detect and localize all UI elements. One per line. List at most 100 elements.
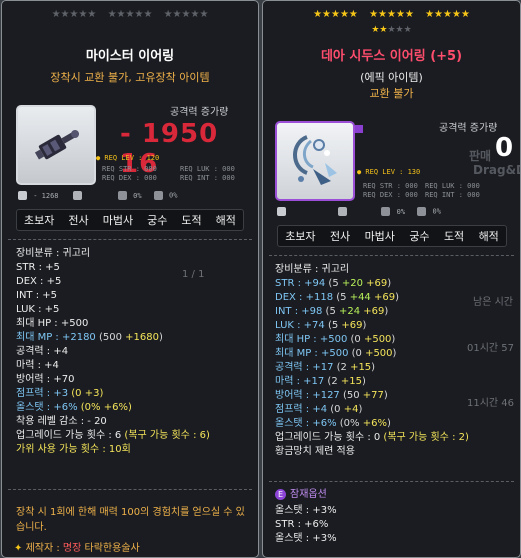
stat-hp: 최대 HP : +500 [16,318,89,329]
stat-luk-base: (5 [324,320,342,331]
maker-line: ✦ 제작자 : 명장 타락한용술사 [14,539,140,554]
star-group-2: ★★★★★ [369,9,414,20]
stat-allstat-total: 올스탯 : +6% [275,418,337,429]
bg-remaining-label: 남은 시간 [473,297,513,308]
trade-note: 장착시 교환 불가, 고유장착 아이템 [50,71,210,84]
star-group-1: ★★★★★ [51,9,97,20]
stat-mp-enhance: +500 [365,348,393,359]
req-int: REQ INT : 000 [180,174,235,182]
job-warrior: 전사 [329,230,351,243]
mini-stat-3: 0% [169,191,178,200]
divider [8,489,252,490]
stat-scissors: 가위 사용 가능 횟수 : 10회 [16,444,131,455]
stat-jump-total: 점프력 : +4 [275,404,328,415]
shield-mini-icon [153,191,163,200]
maker-label: 제작자 : [25,543,63,554]
stat-category: 장비분류 : 귀고리 [16,248,91,259]
stat-dex-enhance: +69 [370,292,396,303]
stat-upgrade: 업그레이드 가능 횟수 : 0 (복구 가능 횟수 : 2) [275,431,469,445]
job-archer: 궁수 [409,230,430,243]
job-requirement-bar: 초보자 전사 마법사 궁수 도적 해적 [277,225,507,247]
req-level: ● REQ LEV : 120 [96,154,160,162]
stat-mp-open: (500 [95,332,126,343]
stat-atk-base: (2 [333,362,351,373]
potential-title: 잠재옵션 [290,489,327,500]
stat-mp: 최대 MP : +500 (0 +500) [275,347,469,361]
tag-icon [72,191,82,200]
stat-atk-total: 공격력 : +17 [275,362,334,373]
item-title: 마이스터 이어링 [85,49,175,64]
stat-mp-total: 최대 MP : +500 [275,348,349,359]
stat-int-flame: +24 [339,306,361,317]
stat-list: 장비분류 : 귀고리 STR : +5 DEX : +5 INT : +5 LU… [16,247,210,457]
stat-def-total: 방어력 : +127 [275,390,340,401]
stat-hp: 최대 HP : +500 (0 +500) [275,333,469,347]
item-icon-box [275,121,355,201]
stat-upgrade-count: 업그레이드 가능 횟수 : 6 [16,430,122,441]
stat-upgrade-restore: (복구 가능 횟수 : 2) [380,432,469,443]
stat-dex-total: DEX : +118 [275,292,334,303]
earring-item-icon [293,135,337,185]
stat-dex-base: (5 [333,292,350,303]
req-str: REQ STR : 000 [363,182,418,190]
mini-stats-row: 0% 0% [277,207,441,216]
stat-str-total: STR : +94 [275,278,326,289]
item-grade: (에픽 아이템) [360,71,423,84]
stat-hp-total: 최대 HP : +500 [275,334,348,345]
stat-str-close: ) [387,278,392,289]
stat-int-close: ) [384,306,389,317]
req-dex: REQ DEX : 000 [363,191,418,199]
trade-note: 교환 불가 [369,87,414,100]
starforce-stars: ★★★★★ ★★★★★ ★★★★★ [2,9,258,21]
stat-atk-enhance: +15 [350,362,372,373]
job-pirate: 해적 [478,230,499,243]
item-mini-icon [277,207,286,216]
stat-atk: 공격력 : +17 (2 +15) [275,361,469,375]
job-thief: 도적 [443,230,465,243]
stat-allstat-enhance: +6% [362,418,387,429]
starforce-stars-row2: ★★★★★ [263,25,520,35]
item-mini-icon [18,191,27,200]
stat-matk-enhance: +15 [340,376,362,387]
potential-header: E 잠재옵션 [275,488,337,502]
earring-item-icon [34,130,80,160]
stat-allstat: 올스탯 : +6% (0% +6%) [16,401,210,415]
stat-category: 장비분류 : 귀고리 [275,264,350,275]
stat-int-enhance: +69 [360,306,385,317]
stat-dex: DEX : +118 (5 +44 +69) [275,291,469,305]
stat-mp-close: ) [158,332,163,343]
mini-stat-3: 0% [432,207,441,216]
stat-jump: 점프력 : +3 (0 +3) [16,387,210,401]
stat-def: 방어력 : +70 [16,374,75,385]
stat-luk-total: LUK : +74 [275,320,325,331]
potential-section: E 잠재옵션 올스탯 : +3% STR : +6% 올스탯 : +3% [275,488,337,546]
stat-allstat-base: (0% [336,418,363,429]
stat-mp-total: 최대 MP : +2180 [16,332,96,343]
bg-drag-text: Drag&Dro [473,163,520,177]
divider [8,239,252,240]
star-row2-on: ★★ [371,25,388,35]
stat-golden-hammer: 황금망치 제련 적용 [275,446,355,457]
mini-stat-2: 0% [396,207,406,216]
stat-allstat-total: 올스탯 : +6% [16,402,78,413]
stat-str: STR : +5 [16,262,60,273]
stat-int-base: (5 [322,306,339,317]
item-icon-box [16,105,96,185]
req-dex: REQ DEX : 000 [102,174,157,182]
stat-matk: 마력 : +17 (2 +15) [275,375,469,389]
epic-potential-icon: E [275,488,286,500]
star-group-3: ★★★★★ [425,9,470,20]
item-title: 데아 시두스 이어링 (+5) [320,49,463,64]
atk-increase-label: 공격력 증가량 [170,107,229,118]
stat-str-enhance: +69 [362,278,388,289]
stat-jump: 점프력 : +4 (0 +4) [275,403,469,417]
divider [269,481,514,482]
stat-int: INT : +98 (5 +24 +69) [275,305,469,319]
starforce-stars: ★★★★★ ★★★★★ ★★★★★ [263,9,520,21]
req-luk: REQ LUK : 000 [425,182,480,190]
stat-luk: LUK : +74 (5 +69) [275,319,469,333]
tooltip-meister-earring: ★★★★★ ★★★★★ ★★★★★ 마이스터 이어링 장착시 교환 불가, 고유… [1,0,259,558]
stat-str-flame: +20 [341,278,363,289]
stat-dex: DEX : +5 [16,276,62,287]
maker-star-icon: ✦ [14,543,23,554]
